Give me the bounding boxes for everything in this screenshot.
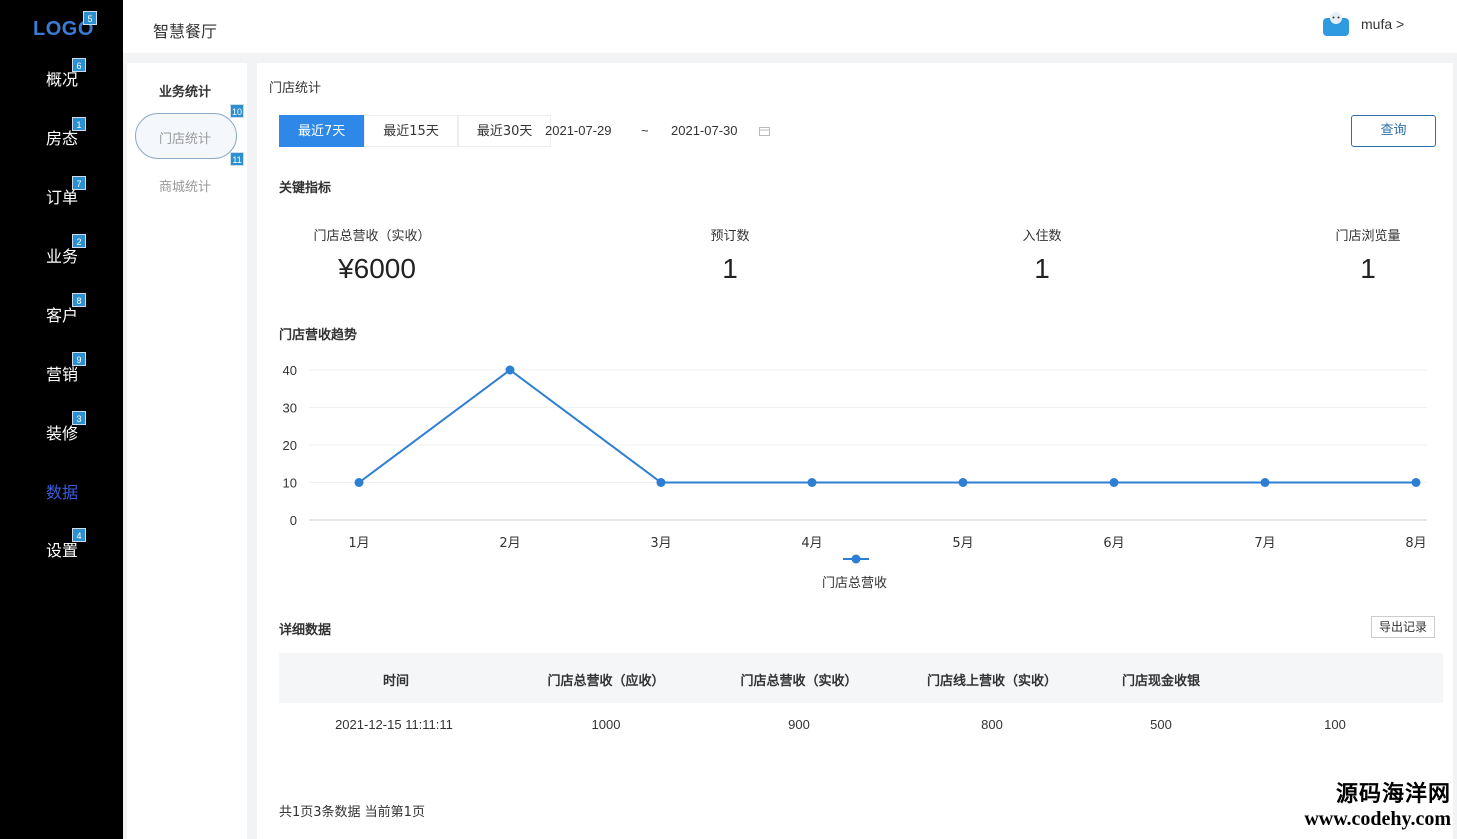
- export-records-button[interactable]: 导出记录: [1371, 616, 1435, 638]
- kpi-label: 预订数: [710, 229, 750, 244]
- data-point: [354, 478, 364, 487]
- data-point: [807, 478, 817, 487]
- avatar-icon[interactable]: [1321, 10, 1351, 38]
- pagination-info: 共1页3条数据 当前第1页: [279, 805, 425, 820]
- y-tick-label: 20: [283, 438, 297, 453]
- watermark-line2: www.codehy.com: [1304, 808, 1451, 830]
- query-button[interactable]: 查询: [1351, 115, 1436, 147]
- x-tick-label: 4月: [801, 536, 822, 551]
- detail-section-title: 详细数据: [279, 623, 332, 638]
- column-header: 时间: [382, 674, 409, 689]
- chart-legend-label: 门店总营收: [822, 576, 888, 591]
- nav-badge: 6: [72, 58, 86, 72]
- table-cell: 2021-12-15 11:11:11: [335, 717, 453, 732]
- x-tick-label: 6月: [1103, 536, 1124, 551]
- data-point: [1260, 478, 1270, 487]
- data-point: [958, 478, 968, 487]
- legend-marker: [851, 554, 861, 564]
- y-tick-label: 0: [290, 513, 297, 528]
- revenue-trend-chart: 0 10 20 30 40 1月 2月 3月 4月 5月 6月 7月 8月: [283, 363, 1427, 564]
- kpi-label: 门店浏览量: [1335, 229, 1401, 244]
- table-cell: 500: [1150, 717, 1172, 732]
- watermark: 源码海洋网 www.codehy.com: [1304, 776, 1451, 831]
- data-point: [1411, 478, 1421, 487]
- user-menu[interactable]: mufa >: [1361, 16, 1404, 32]
- nav-badge: 8: [72, 293, 86, 307]
- kpi-label: 入住数: [1022, 229, 1062, 244]
- nav-badge: 9: [72, 352, 86, 366]
- nav-badge: 1: [72, 117, 86, 131]
- range-30-days-button[interactable]: 最近30天: [457, 115, 552, 147]
- x-tick-label: 1月: [348, 536, 369, 551]
- subnav-badge: 11: [230, 152, 244, 166]
- subnav-item-mall-stats[interactable]: 商城统计: [159, 176, 211, 195]
- kpi-value: 1: [1360, 253, 1376, 284]
- main-sidebar: LOGO 5 概况 6 房态 1 订单 7 业务 2 客户 8 营销 9 装修 …: [0, 0, 123, 839]
- nav-data[interactable]: 数据: [46, 479, 78, 503]
- x-tick-label: 7月: [1254, 536, 1275, 551]
- data-point: [505, 365, 515, 375]
- subnav-item-store-stats[interactable]: 门店统计: [159, 128, 211, 147]
- y-tick-label: 10: [283, 476, 297, 491]
- table-cell: 800: [981, 717, 1003, 732]
- y-tick-label: 30: [283, 401, 297, 416]
- table-cell: 1000: [591, 717, 621, 732]
- app-title: 智慧餐厅: [153, 22, 218, 41]
- x-tick-label: 8月: [1405, 536, 1426, 551]
- nav-badge: 3: [72, 411, 86, 425]
- sub-sidebar: 业务统计 门店统计 10 11 商城统计: [127, 63, 247, 839]
- table-row[interactable]: 2021-12-15 11:11:11 1000 900 800 500 100: [279, 703, 1443, 747]
- watermark-line1: 源码海洋网: [1335, 782, 1451, 807]
- table-cell: 100: [1324, 717, 1346, 732]
- date-range-tabs: 最近7天 最近15天 最近30天: [279, 115, 552, 147]
- nav-badge: 7: [72, 176, 86, 190]
- table-cell: 900: [788, 717, 810, 732]
- column-header: 门店总营收（应收）: [547, 674, 665, 689]
- kpi-section-title: 关键指标: [279, 181, 332, 196]
- date-range-picker[interactable]: 2021-07-29 ~ 2021-07-30: [539, 115, 779, 147]
- kpi-value: 1: [1034, 253, 1050, 284]
- nav-badge: 2: [72, 234, 86, 248]
- top-header: 智慧餐厅 mufa >: [123, 0, 1457, 53]
- table-header: 时间 门店总营收（应收） 门店总营收（实收） 门店线上营收（实收） 门店现金收银: [279, 653, 1443, 703]
- date-separator: ~: [641, 123, 649, 138]
- column-header: 门店线上营收（实收）: [926, 674, 1057, 689]
- kpi-value: ¥6000: [338, 253, 416, 284]
- kpi-value: 1: [722, 253, 738, 284]
- calendar-icon[interactable]: [759, 126, 770, 136]
- y-tick-label: 40: [283, 363, 297, 378]
- page-title: 门店统计: [269, 81, 322, 96]
- date-from[interactable]: 2021-07-29: [545, 115, 612, 147]
- logo-badge: 5: [83, 11, 97, 25]
- kpi-label: 门店总营收（实收）: [313, 229, 431, 244]
- x-tick-label: 3月: [650, 536, 671, 551]
- nav-badge: 4: [72, 528, 86, 542]
- x-tick-label: 2月: [499, 536, 520, 551]
- range-7-days-button[interactable]: 最近7天: [279, 115, 365, 147]
- series-line: [358, 368, 1416, 484]
- trend-section-title: 门店营收趋势: [279, 328, 358, 343]
- data-point: [1109, 478, 1119, 487]
- subnav-badge: 10: [230, 104, 244, 118]
- date-to[interactable]: 2021-07-30: [671, 115, 738, 147]
- x-tick-label: 5月: [952, 536, 973, 551]
- main-panel: 门店统计 最近7天 最近15天 最近30天 2021-07-29 ~ 2021-…: [257, 63, 1453, 839]
- subnav-title: 业务统计: [159, 85, 212, 100]
- column-header: 门店现金收银: [1121, 674, 1200, 689]
- column-header: 门店总营收（实收）: [740, 674, 858, 689]
- range-15-days-button[interactable]: 最近15天: [364, 115, 458, 147]
- data-point: [656, 478, 666, 487]
